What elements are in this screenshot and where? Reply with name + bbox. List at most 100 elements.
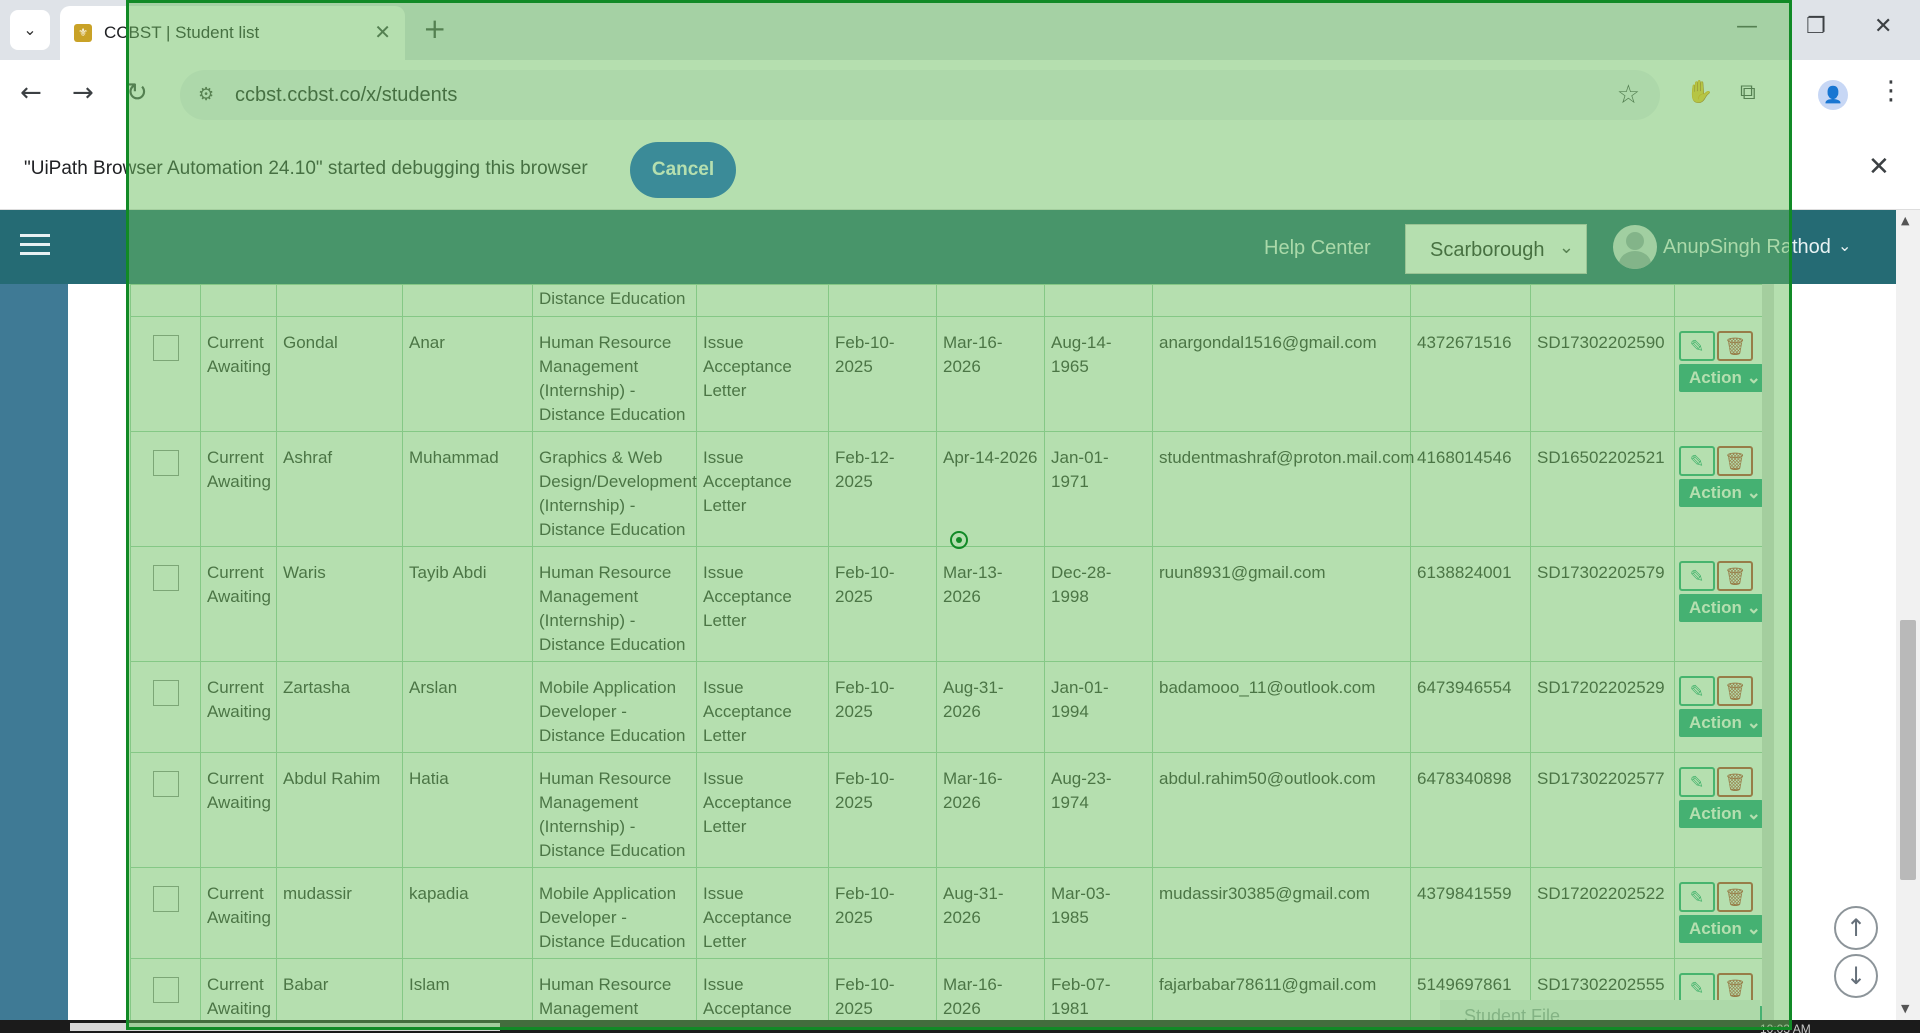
table-row: Current Awaiting Gondal Anar Human Resource…	[130, 316, 1762, 432]
row-select-checkbox[interactable]	[152, 335, 179, 361]
table-cell-start-date: Feb-10-2025	[828, 752, 937, 868]
delete-icon[interactable]: 🗑	[1717, 561, 1753, 591]
target-anchor-icon	[950, 531, 968, 549]
edit-icon[interactable]: ✎	[1679, 446, 1715, 476]
row-select-checkbox[interactable]	[152, 565, 179, 591]
table-cell-task: Issue Acceptance Letter	[696, 867, 829, 959]
table-cell-start-date: Feb-10-2025	[828, 661, 937, 753]
action-dropdown-button[interactable]: Action ⌄	[1679, 364, 1762, 392]
table-cell-first-name: Hatia	[402, 752, 533, 868]
horizontal-scrollbar-thumb[interactable]	[70, 1023, 500, 1031]
table-cell-last-name: Waris	[276, 546, 403, 662]
table-cell-first-name: Muhammad	[402, 431, 533, 547]
scroll-up-arrow-icon[interactable]: ▲	[1901, 214, 1909, 227]
table-cell-phone: 4372671516	[1410, 316, 1531, 432]
window-close-icon[interactable]: ✕	[1874, 14, 1892, 39]
delete-icon[interactable]: 🗑	[1717, 331, 1753, 361]
table-row: Current Awaiting Zartasha Arslan Mobile App…	[130, 661, 1762, 753]
action-dropdown-button[interactable]: Action ⌄	[1679, 479, 1762, 507]
tab-search-button[interactable]: ⌄	[10, 10, 50, 50]
reload-icon[interactable]: ↻	[126, 78, 148, 108]
delete-icon[interactable]: 🗑	[1717, 882, 1753, 912]
page-scrollbar-thumb[interactable]	[1900, 620, 1916, 880]
edit-icon[interactable]: ✎	[1679, 561, 1715, 591]
action-dropdown-button[interactable]: Action ⌄	[1679, 915, 1762, 943]
table-cell-actions: ✎🗑 Action ⌄	[1674, 661, 1762, 753]
table-cell-status: Current Awaiting	[200, 546, 277, 662]
row-select-checkbox[interactable]	[152, 771, 179, 797]
table-cell-last-name: mudassir	[276, 867, 403, 959]
table-cell-status: Current Awaiting	[200, 661, 277, 753]
new-tab-button[interactable]: +	[423, 12, 446, 45]
chevron-down-icon[interactable]: ⌄	[1838, 236, 1851, 255]
hamburger-menu-icon[interactable]	[20, 234, 50, 256]
user-name-menu[interactable]: AnupSingh Rathod	[1663, 236, 1831, 259]
url-text[interactable]: ccbst.ccbst.co/x/students	[235, 84, 457, 107]
table-cell-phone: 4379841559	[1410, 867, 1531, 959]
table-scrollbar[interactable]	[1762, 284, 1774, 1020]
table-cell-start-date: Feb-10-2025	[828, 867, 937, 959]
help-center-link[interactable]: Help Center	[1264, 237, 1371, 260]
bookmark-star-icon[interactable]: ☆	[1617, 80, 1640, 110]
table-cell-end-date: Mar-13-2026	[936, 546, 1045, 662]
table-cell-task: Issue Acceptance Letter	[696, 431, 829, 547]
address-bar[interactable]: ⚙ ccbst.ccbst.co/x/students ☆	[180, 70, 1660, 120]
infobar-message: "UiPath Browser Automation 24.10" starte…	[24, 158, 588, 179]
action-dropdown-button[interactable]: Action ⌄	[1679, 594, 1762, 622]
table-cell-program: Distance Education	[532, 284, 697, 317]
extension-red-icon[interactable]: ✋	[1686, 80, 1713, 105]
profile-avatar-icon[interactable]: 👤	[1818, 80, 1848, 110]
row-select-checkbox[interactable]	[152, 886, 179, 912]
table-cell-end-date: Mar-16-2026	[936, 752, 1045, 868]
action-dropdown-button[interactable]: Action ⌄	[1679, 709, 1762, 737]
site-info-icon[interactable]: ⚙	[198, 84, 214, 105]
browser-tab[interactable]: ⚜ CCBST | Student list ✕	[60, 6, 405, 60]
delete-icon[interactable]: 🗑	[1717, 973, 1753, 1003]
browser-menu-icon[interactable]: ⋮	[1878, 76, 1904, 106]
table-cell-phone: 6478340898	[1410, 752, 1531, 868]
back-icon[interactable]: ←	[20, 78, 42, 108]
table-cell-program: Human Resource Management (Internship) -…	[532, 958, 697, 1020]
row-select-checkbox[interactable]	[152, 450, 179, 476]
forward-icon[interactable]: →	[72, 78, 94, 108]
row-select-checkbox[interactable]	[152, 680, 179, 706]
scroll-down-arrow-icon[interactable]: ▼	[1901, 1002, 1909, 1015]
branch-select[interactable]: Scarborough ⌄	[1405, 224, 1587, 274]
table-cell-program: Mobile Application Developer - Distance …	[532, 661, 697, 753]
edit-icon[interactable]: ✎	[1679, 767, 1715, 797]
delete-icon[interactable]: 🗑	[1717, 676, 1753, 706]
table-cell-last-name: Zartasha	[276, 661, 403, 753]
scroll-to-bottom-button[interactable]: ↓	[1834, 954, 1878, 998]
row-select-checkbox[interactable]	[152, 977, 179, 1003]
infobar-cancel-button[interactable]: Cancel	[630, 142, 736, 198]
edit-icon[interactable]: ✎	[1679, 676, 1715, 706]
edit-icon[interactable]: ✎	[1679, 331, 1715, 361]
student-file-menu-item[interactable]: Student File	[1440, 1000, 1760, 1026]
table-cell-start-date: Feb-10-2025	[828, 958, 937, 1020]
horizontal-scrollbar[interactable]	[0, 1020, 1920, 1033]
user-avatar[interactable]	[1613, 225, 1657, 269]
table-cell-first-name: Arslan	[402, 661, 533, 753]
minimize-icon[interactable]: —	[1736, 14, 1758, 39]
extensions-puzzle-icon[interactable]: ⧉	[1740, 80, 1756, 105]
table-cell-dob: Jan-01-1971	[1044, 431, 1153, 547]
branch-select-value: Scarborough	[1430, 239, 1545, 261]
edit-icon[interactable]: ✎	[1679, 882, 1715, 912]
restore-icon[interactable]: ❐	[1806, 14, 1826, 39]
table-row: Current Awaiting Ashraf Muhammad Graphics &…	[130, 431, 1762, 547]
delete-icon[interactable]: 🗑	[1717, 446, 1753, 476]
table-cell-last-name: Ashraf	[276, 431, 403, 547]
table-cell-end-date: Mar-16-2026	[936, 958, 1045, 1020]
delete-icon[interactable]: 🗑	[1717, 767, 1753, 797]
action-dropdown-button[interactable]: Action ⌄	[1679, 800, 1762, 828]
page-scrollbar[interactable]: ▲ ▼	[1896, 210, 1920, 1020]
table-cell-last-name: Gondal	[276, 316, 403, 432]
scroll-to-top-button[interactable]: ↑	[1834, 906, 1878, 950]
infobar-close-icon[interactable]: ✕	[1868, 152, 1890, 182]
table-cell-email: abdul.rahim50@outlook.com	[1152, 752, 1411, 868]
table-cell-first-name: Tayib Abdi	[402, 546, 533, 662]
edit-icon[interactable]: ✎	[1679, 973, 1715, 1003]
tab-close-icon[interactable]: ✕	[374, 20, 391, 44]
table-cell-actions: ✎🗑 Action ⌄	[1674, 316, 1762, 432]
table-cell-phone: 4168014546	[1410, 431, 1531, 547]
